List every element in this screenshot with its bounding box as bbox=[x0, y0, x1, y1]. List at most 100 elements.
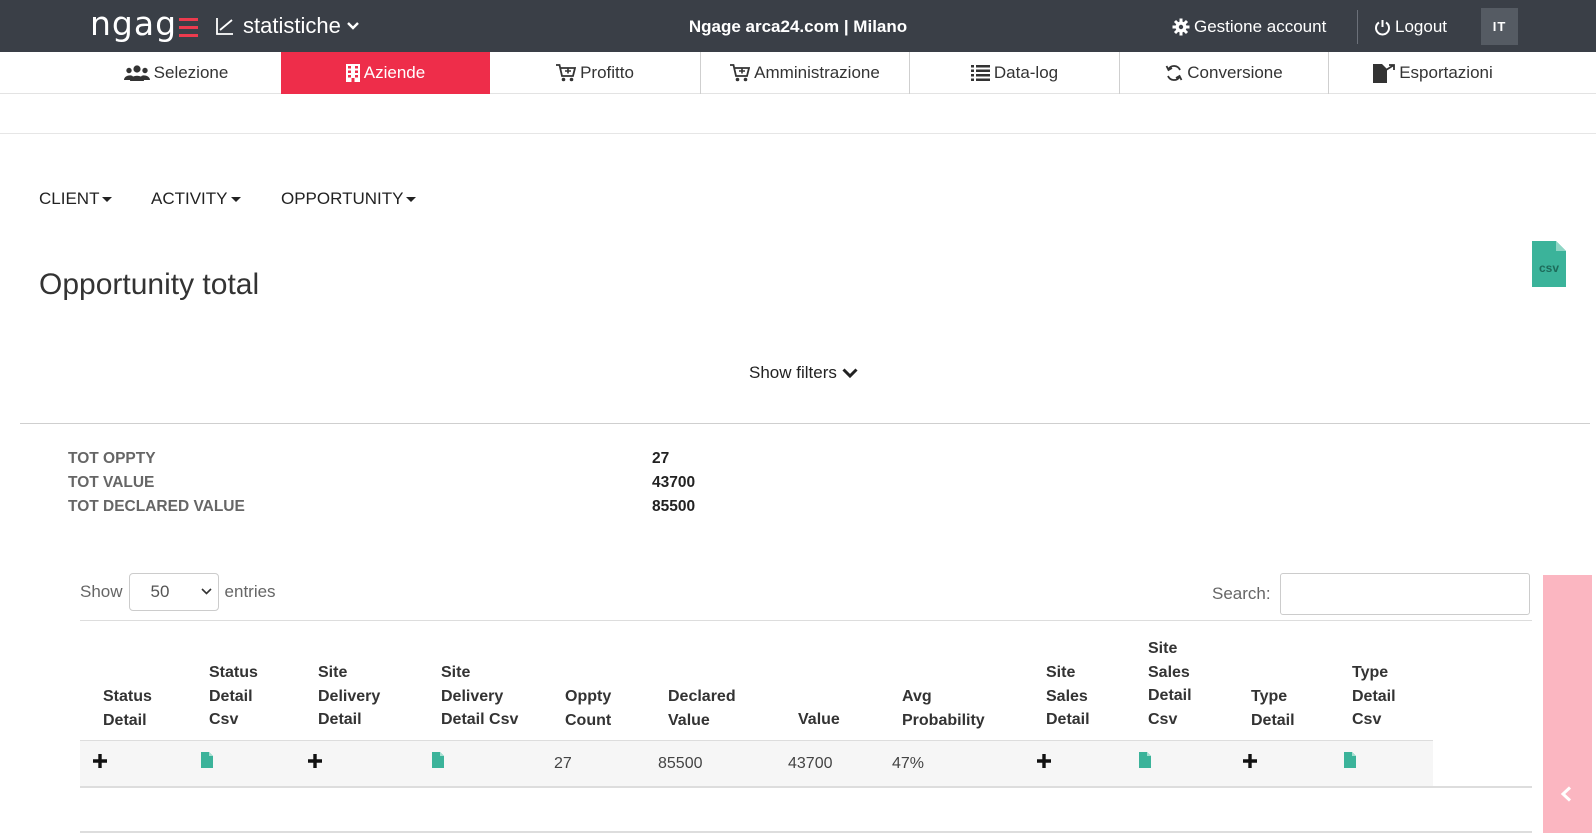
table-row-border bbox=[80, 786, 1532, 788]
users-icon bbox=[123, 65, 150, 81]
opportunity-menu[interactable]: OPPORTUNITY bbox=[281, 189, 417, 209]
header-line: Declared bbox=[668, 688, 736, 705]
show-filters-label: Show filters bbox=[749, 363, 837, 382]
nav-label: Aziende bbox=[363, 63, 426, 82]
plus-icon[interactable] bbox=[92, 753, 108, 769]
nav-item-selezione[interactable]: Selezione bbox=[71, 52, 281, 94]
account-management-link[interactable]: Gestione account bbox=[1172, 17, 1326, 37]
header-site-delivery-detail[interactable]: Site Delivery Detail bbox=[318, 661, 380, 732]
entries-value: 50 bbox=[150, 582, 170, 601]
header-line: Site bbox=[1046, 664, 1076, 681]
header-line: Type bbox=[1352, 664, 1389, 681]
plus-icon[interactable] bbox=[307, 753, 323, 769]
nav-label: Amministrazione bbox=[754, 63, 880, 82]
client-menu[interactable]: CLIENT bbox=[39, 189, 113, 209]
header-line: Value bbox=[668, 711, 710, 729]
header-line: Type bbox=[1251, 688, 1288, 705]
cart-icon bbox=[556, 64, 577, 82]
nav-label: Esportazioni bbox=[1399, 63, 1493, 82]
header-line: Csv bbox=[209, 711, 239, 728]
header-line: Detail Csv bbox=[441, 711, 519, 728]
nav-label: Selezione bbox=[153, 63, 229, 82]
totals-summary: TOT OPPTY 27 TOT VALUE 43700 TOT DECLARE… bbox=[68, 450, 768, 522]
section-divider bbox=[0, 133, 1596, 134]
search-label: Search: bbox=[1212, 584, 1271, 603]
header-status-detail[interactable]: Status Detail bbox=[103, 685, 152, 732]
table-top-border bbox=[80, 620, 1532, 621]
file-csv-icon[interactable] bbox=[201, 752, 213, 768]
nav-label: Conversione bbox=[1187, 63, 1283, 82]
header-line: Site bbox=[1148, 640, 1178, 657]
filters-divider bbox=[20, 423, 1590, 424]
total-value: 85500 bbox=[652, 498, 696, 515]
header-line: Detail bbox=[1352, 687, 1396, 705]
nav-item-amministrazione[interactable]: Amministrazione bbox=[700, 52, 909, 94]
header-site-sales-detail[interactable]: Site Sales Detail bbox=[1046, 661, 1090, 732]
header-line: Csv bbox=[1148, 710, 1178, 728]
header-line: Delivery bbox=[318, 687, 381, 705]
activity-menu[interactable]: ACTIVITY bbox=[151, 189, 241, 209]
header-line: Status bbox=[103, 688, 152, 705]
total-value: 43700 bbox=[652, 474, 696, 491]
power-icon bbox=[1375, 19, 1390, 35]
search-input[interactable] bbox=[1279, 573, 1530, 615]
nav-item-conversione[interactable]: Conversione bbox=[1119, 52, 1328, 94]
nav-label: Profitto bbox=[580, 63, 634, 82]
header-line: Oppty bbox=[565, 688, 612, 705]
header-value[interactable]: Value bbox=[798, 708, 840, 732]
nav-item-esportazioni[interactable]: Esportazioni bbox=[1328, 52, 1537, 94]
side-panel-toggle[interactable] bbox=[1543, 575, 1592, 833]
header-avg-probability[interactable]: Avg Probability bbox=[902, 685, 985, 732]
gear-icon bbox=[1172, 18, 1190, 36]
header-line: Probability bbox=[902, 711, 985, 729]
client-label: CLIENT bbox=[39, 189, 100, 208]
header-line: Detail bbox=[318, 711, 362, 728]
cell-oppty-count: 27 bbox=[554, 755, 572, 772]
header-type-detail[interactable]: Type Detail bbox=[1251, 685, 1295, 732]
csv-export-icon[interactable]: csv bbox=[1532, 241, 1566, 287]
main-nav: Selezione Aziende Profitto Amministrazio… bbox=[0, 52, 1596, 94]
header-line: Detail bbox=[1046, 711, 1090, 728]
entries-label: entries bbox=[224, 582, 276, 601]
cell-value: 43700 bbox=[788, 755, 833, 772]
file-csv-icon[interactable] bbox=[1344, 752, 1356, 768]
total-label: TOT DECLARED VALUE bbox=[68, 498, 245, 515]
header-line: Avg bbox=[902, 688, 932, 705]
entries-select[interactable]: 50 bbox=[128, 573, 219, 611]
nav-item-data-log[interactable]: Data-log bbox=[909, 52, 1119, 94]
header-line: Delivery bbox=[441, 687, 504, 705]
header-oppty-count[interactable]: Oppty Count bbox=[565, 685, 611, 732]
header-line: Count bbox=[565, 711, 612, 729]
entries-control: Show 50 entries bbox=[80, 573, 276, 611]
nav-item-profitto[interactable]: Profitto bbox=[490, 52, 700, 94]
total-label: TOT OPPTY bbox=[68, 450, 156, 467]
top-bar: ngag statistiche Ngage arca24.com | Mila… bbox=[0, 0, 1596, 52]
header-type-detail-csv[interactable]: Type Detail Csv bbox=[1352, 661, 1396, 732]
file-export-icon bbox=[1373, 63, 1396, 83]
chevron-down-icon bbox=[200, 588, 212, 595]
nav-item-aziende[interactable]: Aziende bbox=[281, 52, 490, 94]
header-site-delivery-detail-csv[interactable]: Site Delivery Detail Csv bbox=[441, 661, 518, 732]
file-csv-icon[interactable] bbox=[432, 752, 444, 768]
nav-label: Data-log bbox=[993, 63, 1059, 82]
header-line: Status bbox=[209, 664, 258, 681]
opportunity-label: OPPORTUNITY bbox=[281, 189, 404, 208]
plus-icon[interactable] bbox=[1242, 753, 1258, 769]
logout-link[interactable]: Logout bbox=[1374, 17, 1447, 37]
cell-declared-value: 85500 bbox=[658, 755, 703, 772]
header-site-sales-detail-csv[interactable]: Site Sales Detail Csv bbox=[1148, 637, 1192, 731]
activity-label: ACTIVITY bbox=[151, 189, 228, 208]
refresh-icon bbox=[1165, 65, 1183, 81]
search-control: Search: bbox=[1212, 573, 1530, 615]
language-button[interactable]: IT bbox=[1481, 8, 1518, 45]
header-divider bbox=[1357, 10, 1358, 44]
plus-icon[interactable] bbox=[1036, 753, 1052, 769]
show-filters-toggle[interactable]: Show filters bbox=[749, 363, 858, 383]
total-row: TOT OPPTY 27 bbox=[68, 450, 768, 474]
chevron-down-icon bbox=[842, 367, 858, 378]
total-label: TOT VALUE bbox=[68, 474, 155, 491]
header-line: Site bbox=[318, 664, 348, 681]
file-csv-icon[interactable] bbox=[1139, 752, 1151, 768]
header-status-detail-csv[interactable]: Status Detail Csv bbox=[209, 661, 258, 732]
header-declared-value[interactable]: Declared Value bbox=[668, 685, 736, 732]
